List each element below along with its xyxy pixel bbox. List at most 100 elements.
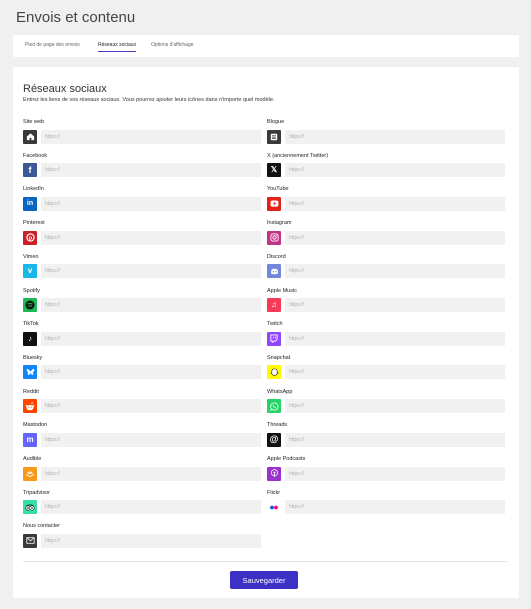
field-row	[23, 500, 261, 515]
tiktok-url-input[interactable]	[41, 331, 261, 346]
field-label: Instagram	[267, 220, 292, 227]
field-row: p	[23, 230, 261, 245]
youtube-icon	[267, 196, 281, 211]
field-label: Audible	[23, 456, 42, 462]
field-label: Reddit	[23, 388, 39, 395]
field-row	[23, 466, 261, 481]
bluesky-url-input[interactable]	[41, 365, 261, 380]
social-field-threads: Threads @	[267, 422, 505, 448]
threads-url-input[interactable]	[285, 432, 505, 447]
social-field-pinterest: Pinterest p	[23, 220, 261, 246]
field-row: f	[23, 163, 261, 178]
field-label: X (anciennement Twitter)	[267, 152, 329, 159]
tab-social-networks[interactable]: Réseaux sociaux	[98, 42, 137, 52]
home-url-input[interactable]	[41, 129, 261, 144]
field-label: YouTube	[267, 186, 289, 193]
discord-url-input[interactable]	[285, 264, 505, 279]
apple-music-url-input[interactable]	[285, 298, 505, 312]
field-label: Site web	[23, 119, 45, 125]
apple-podcasts-url-input[interactable]	[285, 466, 505, 481]
social-field-home: Site web	[23, 119, 261, 145]
field-label: Spotify	[23, 287, 40, 294]
tripadvisor-url-input[interactable]	[41, 500, 261, 515]
vimeo-icon: v	[23, 264, 37, 279]
twitch-icon	[267, 331, 281, 346]
mail-url-input[interactable]	[41, 533, 261, 548]
social-field-bluesky: Bluesky	[23, 355, 261, 381]
apple-podcasts-icon	[267, 466, 281, 481]
field-row: ♪	[23, 331, 261, 346]
field-label: Pinterest	[23, 220, 45, 227]
field-label: Bluesky	[23, 354, 43, 361]
tab-footer[interactable]: Pied de page des envois	[25, 42, 80, 48]
social-field-tripadvisor: Tripadvisor	[23, 490, 261, 516]
field-row	[23, 365, 261, 380]
social-networks-card: Réseaux sociaux Entrez les liens de vos …	[13, 67, 519, 598]
field-label: Vimeo	[23, 253, 39, 260]
social-field-linkedin: LinkedIn in	[23, 186, 261, 212]
blog-icon	[267, 129, 281, 144]
mastodon-icon: m	[23, 432, 37, 447]
field-row	[267, 500, 505, 515]
divider	[23, 561, 507, 562]
field-label: Twitch	[267, 321, 283, 328]
audible-icon	[23, 466, 37, 481]
page-title: Envois et contenu	[16, 9, 136, 26]
social-field-x-twitter: X (anciennement Twitter) 𝕏	[267, 153, 505, 179]
social-field-apple-music: Apple Music ♫	[267, 288, 505, 314]
reddit-icon	[23, 399, 37, 414]
field-label: Nous contacter	[23, 523, 60, 530]
youtube-url-input[interactable]	[285, 196, 505, 211]
social-field-reddit: Reddit	[23, 389, 261, 415]
spotify-url-input[interactable]	[41, 298, 261, 312]
twitch-url-input[interactable]	[285, 331, 505, 346]
tab-display-options[interactable]: Options d'affichage	[151, 42, 194, 48]
social-field-discord: Discord	[267, 254, 505, 280]
field-row: m	[23, 432, 261, 447]
field-row	[267, 230, 505, 245]
field-row	[267, 399, 505, 414]
field-row: 𝕏	[267, 163, 505, 178]
facebook-url-input[interactable]	[41, 163, 261, 178]
tripadvisor-icon	[23, 500, 37, 515]
apple-music-icon: ♫	[267, 298, 281, 312]
social-field-facebook: Facebook f	[23, 153, 261, 179]
social-field-audible: Audible	[23, 456, 261, 482]
mastodon-url-input[interactable]	[41, 432, 261, 447]
field-label: LinkedIn	[23, 186, 44, 193]
social-field-vimeo: Vimeo v	[23, 254, 261, 280]
facebook-icon: f	[23, 163, 37, 178]
x-twitter-url-input[interactable]	[285, 163, 505, 178]
field-label: Tripadvisor	[23, 489, 50, 496]
linkedin-icon: in	[23, 196, 37, 211]
audible-url-input[interactable]	[41, 466, 261, 481]
whatsapp-url-input[interactable]	[285, 399, 505, 414]
flickr-icon	[267, 500, 281, 515]
field-label: Flickr	[267, 489, 281, 496]
field-row	[23, 533, 261, 548]
threads-icon: @	[267, 432, 281, 447]
pinterest-icon: p	[23, 230, 37, 245]
pinterest-url-input[interactable]	[41, 230, 261, 245]
field-label: Mastodon	[23, 422, 48, 429]
snapchat-url-input[interactable]	[285, 365, 505, 380]
instagram-url-input[interactable]	[285, 230, 505, 245]
field-row: @	[267, 432, 505, 447]
social-field-flickr: Flickr	[267, 490, 505, 516]
flickr-url-input[interactable]	[285, 500, 505, 515]
vimeo-url-input[interactable]	[41, 264, 261, 279]
reddit-url-input[interactable]	[41, 399, 261, 414]
social-field-instagram: Instagram	[267, 220, 505, 246]
section-description: Entrez les liens de vos réseaux sociaux.…	[23, 97, 275, 103]
save-button[interactable]: Sauvegarder	[230, 571, 298, 589]
field-row: ♫	[267, 298, 505, 313]
mail-icon	[23, 533, 37, 548]
blog-url-input[interactable]	[285, 129, 505, 144]
instagram-icon	[267, 230, 281, 245]
linkedin-url-input[interactable]	[41, 196, 261, 211]
field-label: Snapchat	[267, 354, 291, 361]
discord-icon	[267, 264, 281, 279]
social-field-whatsapp: WhatsApp	[267, 389, 505, 415]
home-icon	[23, 129, 37, 144]
tiktok-icon: ♪	[23, 331, 37, 346]
